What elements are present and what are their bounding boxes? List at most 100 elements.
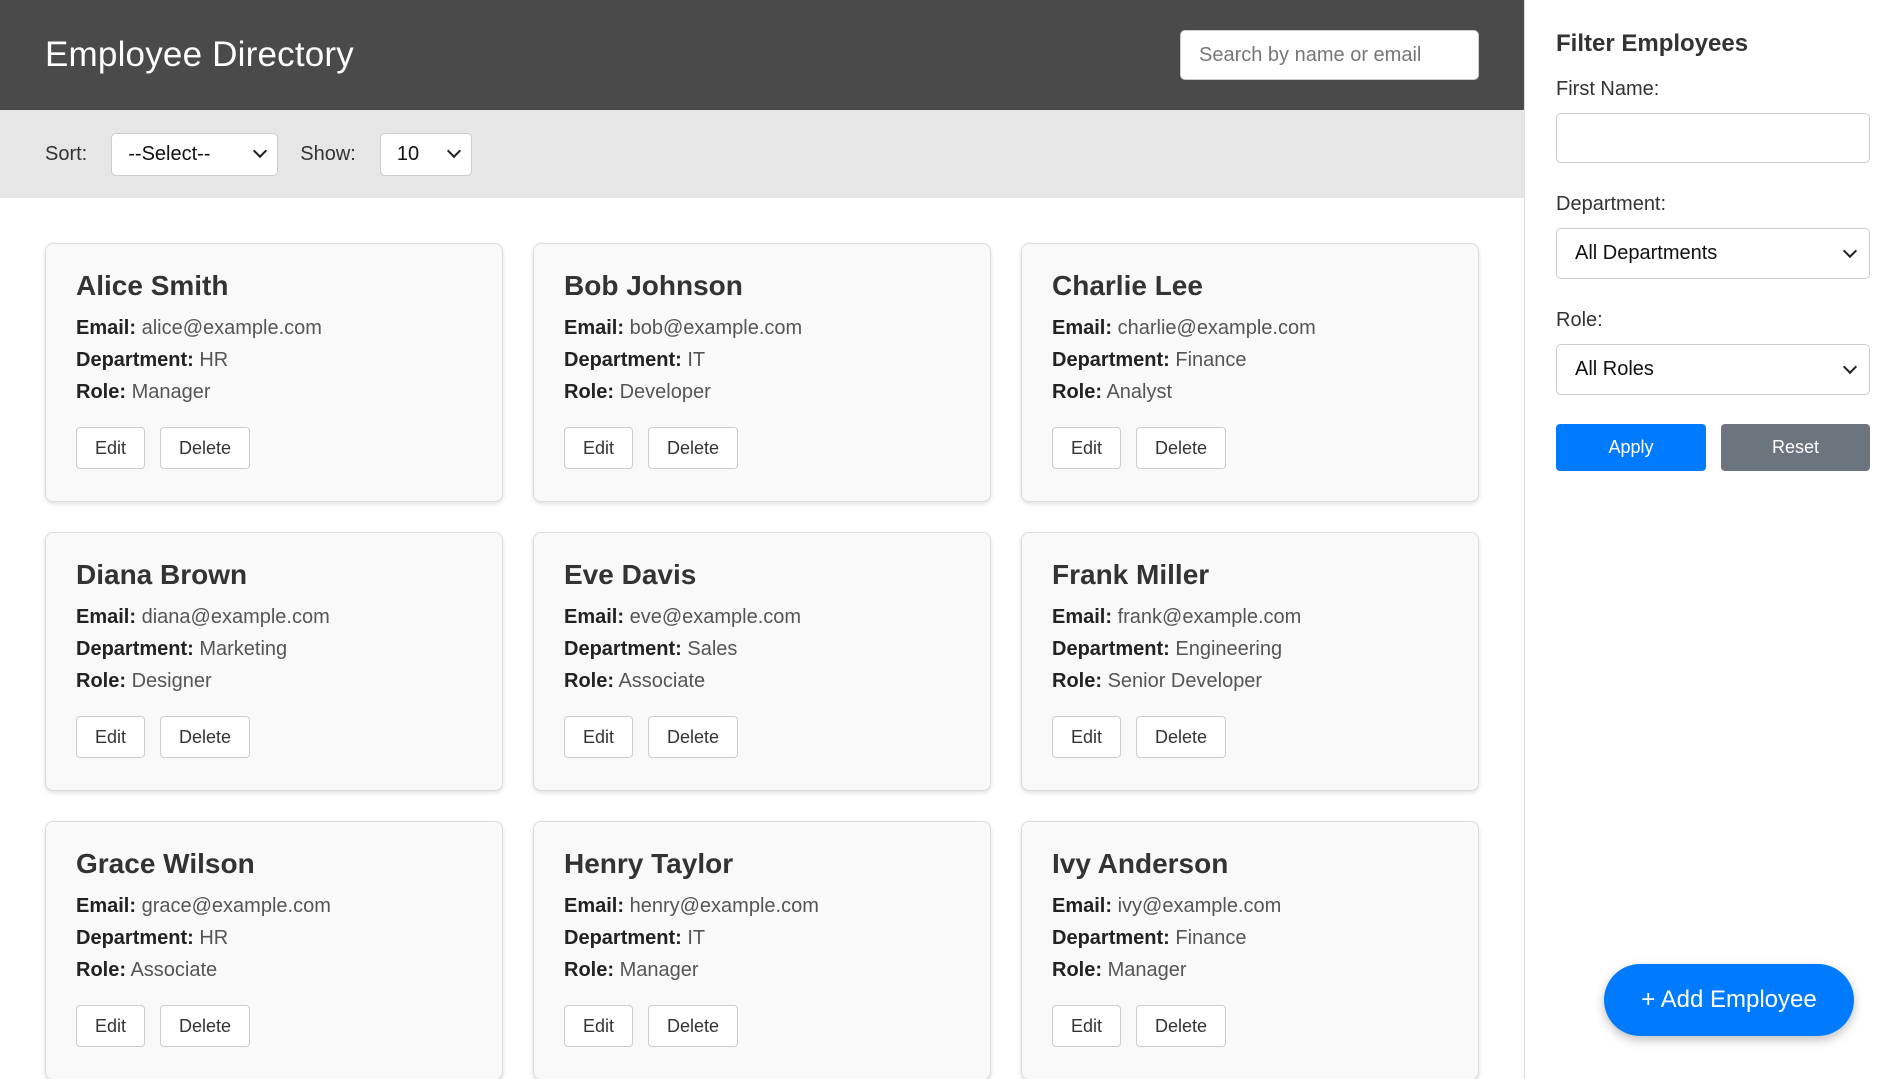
employee-department: Department: Finance: [1052, 922, 1448, 954]
apply-button[interactable]: Apply: [1556, 424, 1706, 471]
delete-button[interactable]: Delete: [1136, 427, 1226, 469]
role-value: Developer: [619, 381, 711, 403]
email-label: Email:: [1052, 317, 1113, 339]
delete-button[interactable]: Delete: [160, 427, 250, 469]
edit-button[interactable]: Edit: [1052, 716, 1121, 758]
employee-department: Department: Engineering: [1052, 633, 1448, 665]
department-label: Department:: [564, 349, 682, 371]
employee-role: Role: Associate: [76, 954, 472, 986]
add-employee-button[interactable]: + Add Employee: [1604, 964, 1854, 1036]
role-value: Manager: [131, 381, 211, 403]
edit-button[interactable]: Edit: [564, 1005, 633, 1047]
edit-button[interactable]: Edit: [76, 427, 145, 469]
department-filter-value: All Departments: [1575, 242, 1718, 264]
employee-name: Charlie Lee: [1052, 270, 1203, 301]
edit-button[interactable]: Edit: [564, 427, 633, 469]
delete-button[interactable]: Delete: [648, 716, 738, 758]
filter-sidebar: Filter Employees First Name: Department:…: [1524, 0, 1897, 1079]
department-value: HR: [199, 927, 229, 949]
employee-email: Email: henry@example.com: [564, 890, 960, 922]
employee-role: Role: Manager: [564, 954, 960, 986]
employee-role: Role: Manager: [1052, 954, 1448, 986]
role-value: Analyst: [1106, 381, 1173, 403]
employee-email: Email: frank@example.com: [1052, 601, 1448, 633]
show-select[interactable]: 10: [379, 132, 472, 176]
card-actions: Edit Delete: [1052, 427, 1448, 469]
first-name-label: First Name:: [1556, 78, 1660, 100]
email-value: henry@example.com: [629, 895, 819, 917]
employee-card: Grace Wilson Email: grace@example.com De…: [45, 821, 503, 1079]
main-content: Employee Directory Sort: --Select-- Show…: [0, 0, 1524, 1079]
role-value: Associate: [618, 670, 706, 692]
delete-button[interactable]: Delete: [648, 1005, 738, 1047]
card-actions: Edit Delete: [76, 1005, 472, 1047]
employee-name: Alice Smith: [76, 270, 229, 301]
sort-select-value: --Select--: [128, 142, 211, 165]
first-name-field[interactable]: [1556, 113, 1870, 163]
edit-button[interactable]: Edit: [564, 716, 633, 758]
reset-button[interactable]: Reset: [1721, 424, 1870, 471]
employee-role: Role: Designer: [76, 665, 472, 697]
employee-email: Email: bob@example.com: [564, 312, 960, 344]
email-value: ivy@example.com: [1117, 895, 1282, 917]
department-label: Department:: [76, 349, 194, 371]
delete-button[interactable]: Delete: [1136, 1005, 1226, 1047]
department-label: Department:: [564, 638, 682, 660]
delete-button[interactable]: Delete: [160, 716, 250, 758]
department-value: Sales: [687, 638, 738, 660]
email-value: eve@example.com: [629, 606, 802, 628]
employee-department: Department: HR: [76, 344, 472, 376]
employee-name: Henry Taylor: [564, 848, 734, 879]
department-label: Department:: [564, 927, 682, 949]
delete-button[interactable]: Delete: [160, 1005, 250, 1047]
card-actions: Edit Delete: [564, 427, 960, 469]
employee-card: Bob Johnson Email: bob@example.com Depar…: [533, 243, 991, 502]
edit-button[interactable]: Edit: [76, 1005, 145, 1047]
delete-button[interactable]: Delete: [1136, 716, 1226, 758]
employee-name: Bob Johnson: [564, 270, 743, 301]
employee-card: Charlie Lee Email: charlie@example.com D…: [1021, 243, 1479, 502]
show-label: Show:: [300, 142, 356, 165]
edit-button[interactable]: Edit: [1052, 1005, 1121, 1047]
page-title: Employee Directory: [45, 35, 354, 74]
employee-card: Ivy Anderson Email: ivy@example.com Depa…: [1021, 821, 1479, 1079]
role-label: Role:: [76, 959, 126, 981]
chevron-down-icon: [446, 143, 461, 159]
employee-card: Henry Taylor Email: henry@example.com De…: [533, 821, 991, 1079]
edit-button[interactable]: Edit: [1052, 427, 1121, 469]
search-input[interactable]: [1180, 30, 1479, 80]
role-label: Role:: [76, 381, 126, 403]
employee-role: Role: Analyst: [1052, 376, 1448, 408]
employee-email: Email: alice@example.com: [76, 312, 472, 344]
employee-name: Ivy Anderson: [1052, 848, 1229, 879]
employee-role: Role: Developer: [564, 376, 960, 408]
filter-actions: Apply Reset: [1556, 424, 1877, 471]
employee-department: Department: Finance: [1052, 344, 1448, 376]
role-filter-select[interactable]: All Roles: [1556, 344, 1870, 395]
department-value: Finance: [1175, 349, 1247, 371]
role-label: Role:: [564, 959, 614, 981]
employee-card: Alice Smith Email: alice@example.com Dep…: [45, 243, 503, 502]
department-value: HR: [199, 349, 229, 371]
employee-role: Role: Senior Developer: [1052, 665, 1448, 697]
employee-name: Diana Brown: [76, 559, 248, 590]
edit-button[interactable]: Edit: [76, 716, 145, 758]
department-filter-select[interactable]: All Departments: [1556, 228, 1870, 279]
email-value: bob@example.com: [629, 317, 803, 339]
role-value: Manager: [619, 959, 699, 981]
role-label: Role:: [76, 670, 126, 692]
role-label: Role:: [1052, 959, 1102, 981]
role-value: Manager: [1107, 959, 1187, 981]
chevron-down-icon: [1842, 359, 1858, 374]
sort-select[interactable]: --Select--: [111, 132, 279, 176]
role-value: Senior Developer: [1107, 670, 1263, 692]
sidebar-title: Filter Employees: [1556, 30, 1749, 57]
app-header: Employee Directory: [0, 0, 1524, 110]
card-actions: Edit Delete: [564, 716, 960, 758]
employee-name: Grace Wilson: [76, 848, 255, 879]
sort-label: Sort:: [45, 142, 88, 165]
delete-button[interactable]: Delete: [648, 427, 738, 469]
employee-email: Email: eve@example.com: [564, 601, 960, 633]
card-actions: Edit Delete: [1052, 716, 1448, 758]
email-label: Email:: [1052, 895, 1113, 917]
